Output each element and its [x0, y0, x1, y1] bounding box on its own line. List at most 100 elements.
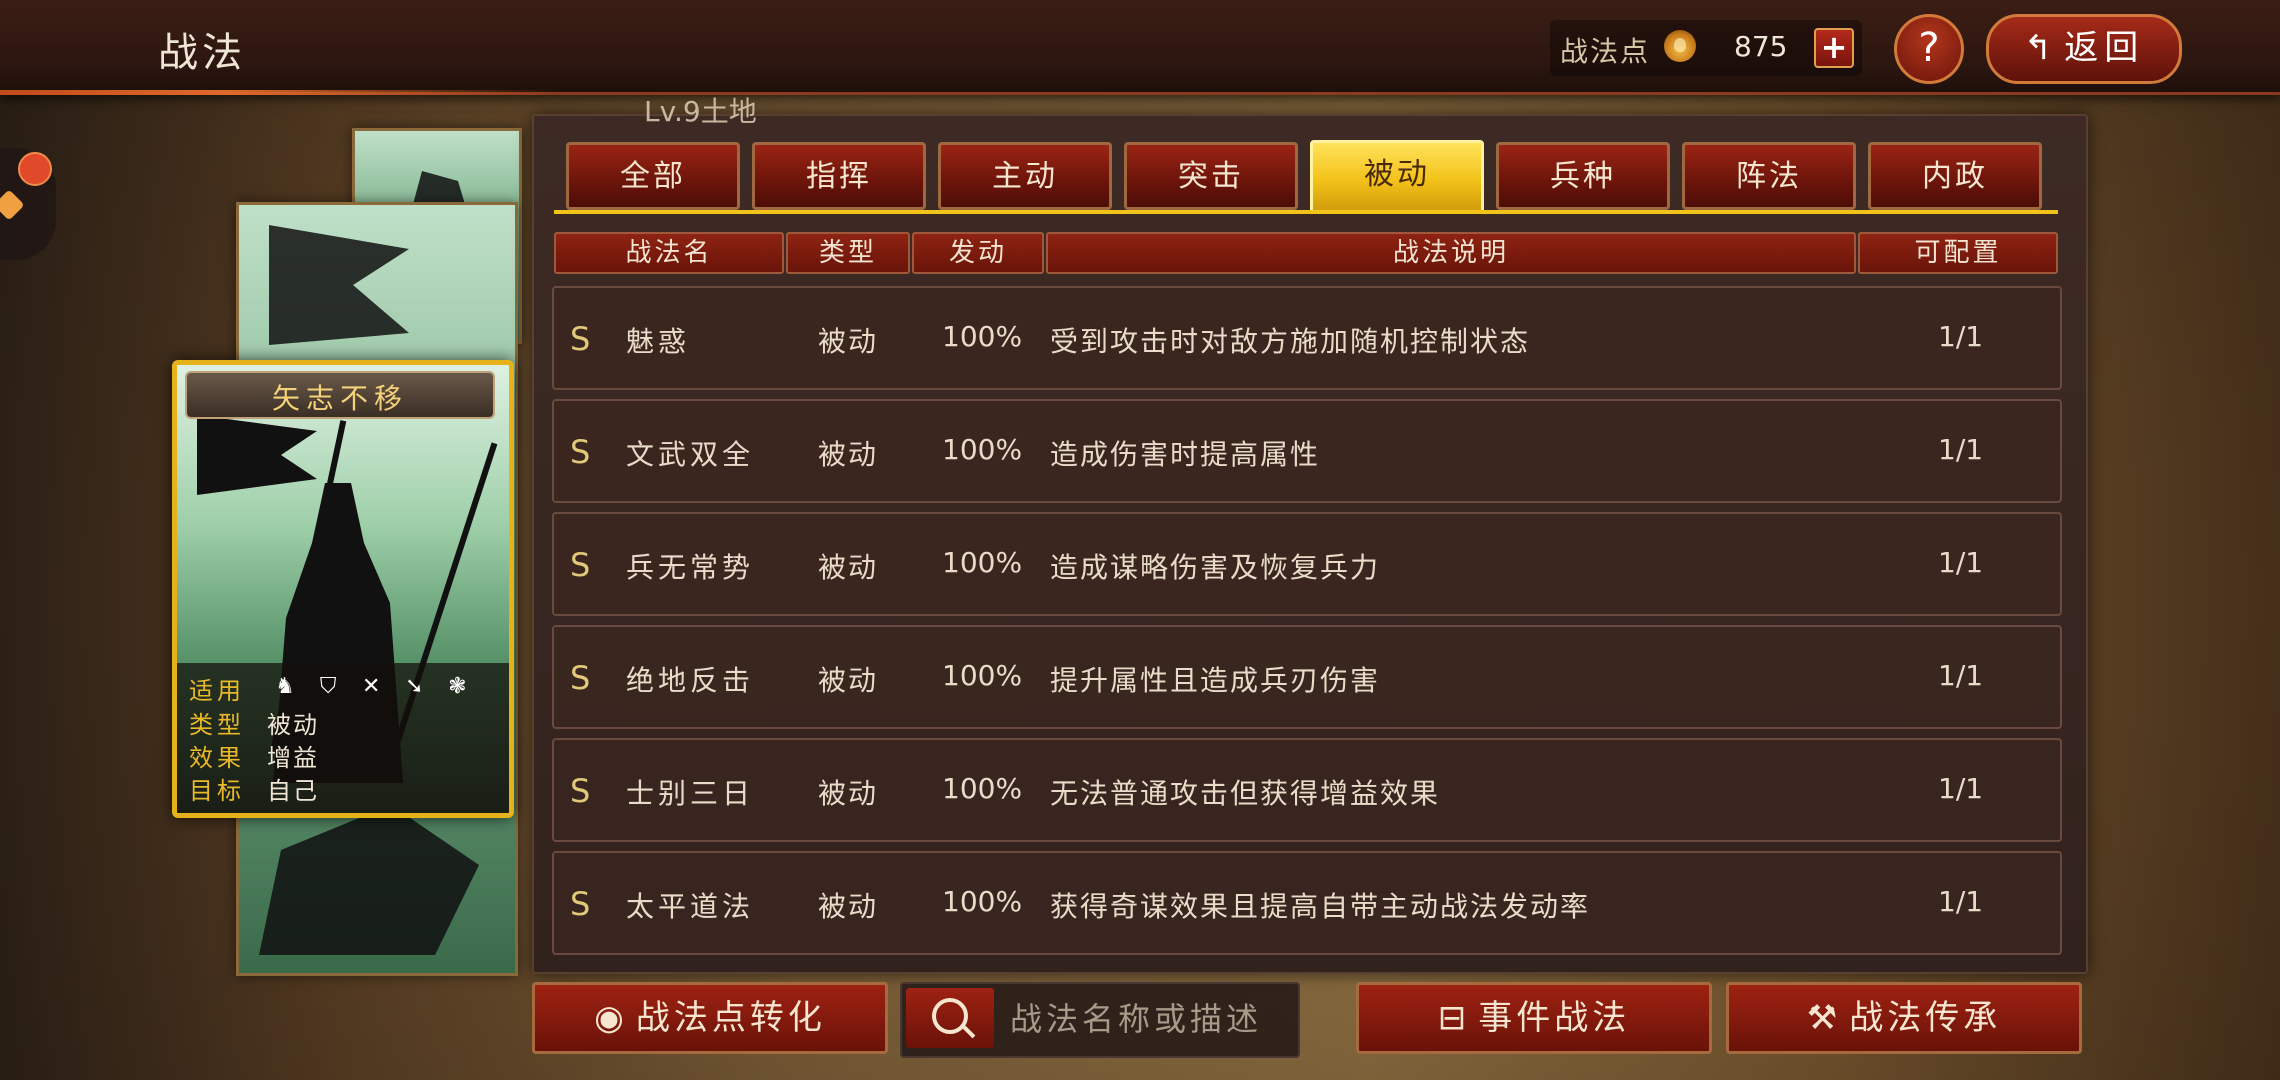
tactic-desc: 提升属性且造成兵刃伤害: [1050, 664, 1381, 697]
info-row-target: 目标 自己: [189, 771, 319, 806]
tactic-point-icon: [1664, 30, 1696, 62]
notification-dot-icon: [18, 152, 52, 186]
tactic-desc: 无法普通攻击但获得增益效果: [1050, 777, 1441, 810]
col-header-trigger[interactable]: 发动: [912, 232, 1044, 274]
tactic-name: 绝地反击: [626, 664, 755, 697]
tactic-type: 被动: [818, 664, 879, 697]
convert-points-button[interactable]: ◉ 战法点转化: [532, 982, 888, 1054]
info-value: 自己: [267, 777, 319, 805]
selected-tactic-card[interactable]: 矢志不移 适用 ♞ ⛉ ✕ ➘ ❃ 类型 被动 效果 增益 目标 自己: [172, 360, 514, 818]
points-label: 战法点: [1560, 35, 1651, 68]
tactic-type: 被动: [818, 551, 879, 584]
search-input[interactable]: [1008, 992, 1292, 1046]
bow-icon: ✕: [361, 674, 381, 699]
tactic-row[interactable]: S 绝地反击 被动 100% 提升属性且造成兵刃伤害 1/1: [552, 625, 2062, 729]
inherit-tactics-button[interactable]: ⚒ 战法传承: [1726, 982, 2082, 1054]
help-button[interactable]: ?: [1894, 14, 1964, 84]
tactic-type: 被动: [818, 438, 879, 471]
points-value: 875: [1734, 30, 1788, 63]
search-icon: [932, 998, 968, 1034]
tactic-rate: 100%: [942, 320, 1023, 353]
inherit-label: 战法传承: [1849, 998, 2002, 1038]
info-key: 适用: [189, 677, 245, 705]
tab-internal[interactable]: 内政: [1868, 142, 2042, 210]
tactic-config: 1/1: [1938, 546, 1984, 579]
tab-troop[interactable]: 兵种: [1496, 142, 1670, 210]
tab-assault[interactable]: 突击: [1124, 142, 1298, 210]
info-row-applicable: 适用: [189, 671, 267, 706]
tactic-name: 士别三日: [626, 777, 755, 810]
tactic-config: 1/1: [1938, 772, 1984, 805]
tactic-row[interactable]: S 文武双全 被动 100% 造成伤害时提高属性 1/1: [552, 399, 2062, 503]
back-button[interactable]: ↰ 返回: [1986, 14, 2182, 84]
tactic-rate: 100%: [942, 772, 1023, 805]
event-tactics-button[interactable]: ⊟ 事件战法: [1356, 982, 1712, 1054]
page-title: 战法: [158, 30, 246, 76]
convert-label: 战法点转化: [635, 998, 826, 1038]
tactic-row[interactable]: S 兵无常势 被动 100% 造成谋略伤害及恢复兵力 1/1: [552, 512, 2062, 616]
tab-all[interactable]: 全部: [566, 142, 740, 210]
tactic-type: 被动: [818, 325, 879, 358]
grade-badge: S: [570, 433, 591, 471]
tactic-config: 1/1: [1938, 320, 1984, 353]
card-silhouette: [269, 225, 409, 345]
star-icon: [0, 189, 25, 221]
tactic-desc: 受到攻击时对敌方施加随机控制状态: [1050, 325, 1531, 358]
card-name: 矢志不移: [271, 382, 408, 415]
unit-icons: ♞ ⛉ ✕ ➘ ❃: [273, 675, 483, 699]
info-key: 类型: [189, 711, 245, 739]
grade-badge: S: [570, 772, 591, 810]
info-row-effect: 效果 增益: [189, 738, 319, 773]
top-bar-accent: [0, 90, 560, 95]
col-header-config[interactable]: 可配置: [1858, 232, 2058, 274]
flame-icon: ◉: [594, 998, 628, 1038]
tactic-desc: 获得奇谋效果且提高自带主动战法发动率: [1050, 890, 1591, 923]
tactic-rate: 100%: [942, 659, 1023, 692]
info-key: 目标: [189, 777, 245, 805]
event-label: 事件战法: [1478, 998, 1631, 1038]
tactic-desc: 造成谋略伤害及恢复兵力: [1050, 551, 1381, 584]
tab-command[interactable]: 指挥: [752, 142, 926, 210]
back-arrow-icon: ↰: [2023, 28, 2059, 68]
tactic-type: 被动: [818, 890, 879, 923]
tab-passive[interactable]: 被动: [1310, 140, 1484, 214]
grade-badge: S: [570, 885, 591, 923]
add-points-button[interactable]: +: [1814, 28, 1854, 68]
tactic-config: 1/1: [1938, 433, 1984, 466]
spear-icon: ➘: [405, 674, 424, 699]
tactic-name: 魅惑: [626, 325, 691, 358]
back-label: 返回: [2064, 28, 2145, 68]
tactic-type: 被动: [818, 777, 879, 810]
event-icon: ⊟: [1437, 998, 1471, 1038]
flag-silhouette: [197, 415, 317, 495]
col-header-name[interactable]: 战法名: [554, 232, 784, 274]
side-menu-icon[interactable]: [0, 148, 56, 260]
info-key: 效果: [189, 744, 245, 772]
tactic-row[interactable]: S 太平道法 被动 100% 获得奇谋效果且提高自带主动战法发动率 1/1: [552, 851, 2062, 955]
tactic-config: 1/1: [1938, 885, 1984, 918]
tactic-config: 1/1: [1938, 659, 1984, 692]
tactic-row[interactable]: S 魅惑 被动 100% 受到攻击时对敌方施加随机控制状态 1/1: [552, 286, 2062, 390]
tactic-name: 太平道法: [626, 890, 755, 923]
card-silhouette: [259, 805, 479, 955]
tab-formation[interactable]: 阵法: [1682, 142, 1856, 210]
tactic-desc: 造成伤害时提高属性: [1050, 438, 1321, 471]
info-value: 被动: [267, 711, 319, 739]
tactic-rate: 100%: [942, 885, 1023, 918]
tactic-row[interactable]: S 士别三日 被动 100% 无法普通攻击但获得增益效果 1/1: [552, 738, 2062, 842]
shield-icon: ⛉: [319, 674, 337, 699]
info-value: 增益: [267, 744, 319, 772]
grade-badge: S: [570, 659, 591, 697]
wheel-icon: ❃: [448, 674, 467, 699]
grade-badge: S: [570, 320, 591, 358]
card-info: 适用 ♞ ⛉ ✕ ➘ ❃ 类型 被动 效果 增益 目标 自己: [177, 663, 509, 813]
tab-underline: [554, 210, 2058, 214]
col-header-desc: 战法说明: [1046, 232, 1856, 274]
card-name-bar: 矢志不移: [185, 371, 495, 419]
col-header-type[interactable]: 类型: [786, 232, 910, 274]
tab-active[interactable]: 主动: [938, 142, 1112, 210]
tactic-rate: 100%: [942, 433, 1023, 466]
grade-badge: S: [570, 546, 591, 584]
level-text: Lv.9土地: [644, 95, 757, 128]
info-row-type: 类型 被动: [189, 705, 319, 740]
